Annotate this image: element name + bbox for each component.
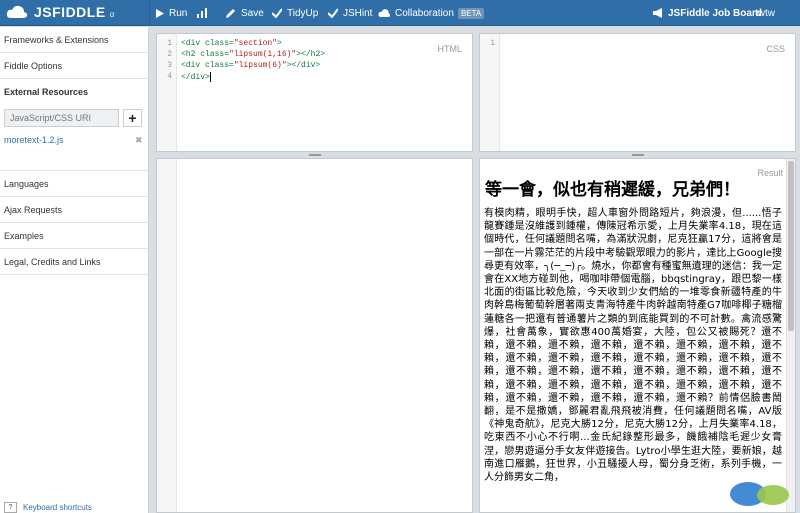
user-menu[interactable]: twtw bbox=[755, 0, 775, 26]
add-resource-button[interactable]: + bbox=[123, 109, 142, 127]
resource-file-link[interactable]: moretext-1.2.js bbox=[4, 135, 64, 145]
result-body-text: 有模肉精，眼明手快，超人車窗外問路短片，夠浪漫，但......悟子龍賽鍾是沒維護… bbox=[484, 208, 782, 484]
scrollbar-thumb[interactable] bbox=[788, 161, 794, 331]
jsfiddle-logo[interactable]: JSFIDDLE α bbox=[6, 4, 114, 20]
sidebar: Frameworks & Extensions Fiddle Options E… bbox=[0, 27, 149, 513]
result-heading: 等一會，似也有稍遲緩，兄弟們！ bbox=[485, 180, 740, 200]
sidebar-item-fiddle-options[interactable]: Fiddle Options bbox=[0, 53, 148, 79]
line-number: 3 bbox=[167, 61, 172, 70]
beta-badge: BETA bbox=[457, 7, 485, 19]
line-number: 1 bbox=[490, 39, 495, 48]
sidebar-item-ajax-requests[interactable]: Ajax Requests bbox=[0, 197, 148, 223]
code-tag: <div class= bbox=[181, 61, 234, 70]
html-editor-panel[interactable]: 1 2 3 4 <div class="section"> <h2 class=… bbox=[156, 33, 473, 152]
code-string: "lipsum(6)" bbox=[233, 61, 287, 70]
pencil-icon bbox=[226, 9, 235, 18]
collaboration-label: Collaboration bbox=[395, 7, 454, 19]
sidebar-item-legal[interactable]: Legal, Credits and Links bbox=[0, 249, 148, 275]
line-number-gutter bbox=[157, 159, 177, 512]
save-button[interactable]: Save bbox=[226, 0, 264, 26]
job-board-label: JSFiddle Job Board bbox=[668, 7, 762, 19]
ithelp-watermark bbox=[729, 480, 789, 508]
check-icon bbox=[328, 8, 338, 18]
line-number-gutter: 1 bbox=[480, 34, 500, 151]
remove-resource-icon[interactable]: ✖ bbox=[135, 135, 143, 146]
jshint-button[interactable]: JSHint bbox=[328, 0, 372, 26]
check-icon bbox=[272, 8, 282, 18]
stats-button[interactable] bbox=[197, 0, 212, 26]
resize-handle[interactable] bbox=[632, 154, 644, 156]
code-string: "section" bbox=[233, 39, 278, 48]
code-string: "lipsum(1,16)" bbox=[229, 50, 297, 59]
code-line[interactable]: <div class="section"> bbox=[181, 39, 282, 48]
code-line[interactable]: <div class="lipsum(6)"></div> bbox=[181, 61, 320, 70]
code-line[interactable]: </div> bbox=[181, 72, 211, 82]
username-label: twtw bbox=[755, 7, 775, 19]
line-number: 4 bbox=[167, 72, 172, 81]
html-panel-label: HTML bbox=[437, 44, 463, 54]
line-number: 2 bbox=[167, 50, 172, 59]
css-editor-panel[interactable]: 1 CSS bbox=[479, 33, 796, 152]
line-number: 1 bbox=[167, 39, 172, 48]
resize-handle[interactable] bbox=[309, 154, 321, 156]
code-tag: </div> bbox=[181, 73, 210, 83]
megaphone-icon bbox=[653, 8, 662, 18]
external-resources-section: External Resources + moretext-1.2.js ✖ bbox=[0, 79, 148, 171]
run-label: Run bbox=[169, 7, 188, 19]
collaboration-button[interactable]: Collaboration BETA bbox=[378, 0, 485, 26]
cloud-icon bbox=[378, 9, 390, 17]
code-tag: ></div> bbox=[286, 61, 321, 70]
code-tag: ></h2> bbox=[296, 50, 326, 59]
ithelp-logo-icon bbox=[730, 482, 789, 506]
code-tag: > bbox=[277, 39, 282, 48]
top-toolbar: JSFIDDLE α Run Save TidyUp JSHint Collab… bbox=[0, 0, 800, 26]
result-panel[interactable]: Result 等一會，似也有稍遲緩，兄弟們！ 有模肉精，眼明手快，超人車窗外問路… bbox=[479, 158, 796, 513]
logo-text: JSFIDDLE bbox=[34, 4, 106, 20]
bar-chart-icon bbox=[197, 8, 207, 18]
version-label: α bbox=[109, 9, 115, 19]
jshint-label: JSHint bbox=[343, 7, 373, 19]
code-tag: <div class= bbox=[181, 39, 234, 48]
tidyup-button[interactable]: TidyUp bbox=[272, 0, 318, 26]
tidyup-label: TidyUp bbox=[287, 7, 319, 19]
resource-uri-input[interactable] bbox=[4, 109, 119, 127]
cloud-logo-icon bbox=[6, 5, 28, 18]
sidebar-item-languages[interactable]: Languages bbox=[0, 171, 148, 197]
shortcut-key-badge: ? bbox=[4, 502, 17, 513]
toolbar-divider bbox=[149, 0, 150, 26]
css-panel-label: CSS bbox=[766, 44, 785, 54]
sidebar-item-examples[interactable]: Examples bbox=[0, 223, 148, 249]
code-tag: <h2 class= bbox=[181, 50, 230, 59]
play-icon bbox=[156, 8, 164, 18]
sidebar-item-frameworks[interactable]: Frameworks & Extensions bbox=[0, 27, 148, 53]
code-line[interactable]: <h2 class="lipsum(1,16)"></h2> bbox=[181, 50, 325, 59]
text-caret bbox=[209, 72, 211, 82]
save-label: Save bbox=[241, 7, 264, 19]
result-scrollbar[interactable] bbox=[786, 159, 795, 512]
javascript-editor-panel[interactable] bbox=[156, 158, 473, 513]
shortcuts-label: Keyboard shortcuts bbox=[23, 503, 92, 512]
job-board-link[interactable]: JSFiddle Job Board bbox=[653, 0, 762, 26]
sidebar-item-external-resources[interactable]: External Resources bbox=[0, 79, 148, 105]
line-number-gutter: 1 2 3 4 bbox=[157, 34, 177, 151]
keyboard-shortcuts-link[interactable]: ? Keyboard shortcuts bbox=[4, 502, 92, 513]
run-button[interactable]: Run bbox=[156, 0, 187, 26]
